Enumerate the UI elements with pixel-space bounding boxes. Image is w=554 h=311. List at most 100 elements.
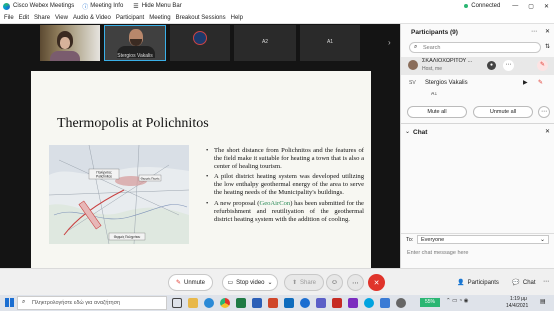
thumbnail-scroll-right-icon[interactable]: ›: [388, 38, 391, 47]
search-icon: ⌕: [22, 299, 26, 305]
unmute-all-button[interactable]: Unmute all: [473, 106, 533, 118]
panel-more-icon[interactable]: ⋯: [543, 278, 549, 285]
chat-recipient-value: Everyone: [421, 237, 445, 243]
title-bar: Cisco Webex Meetings ⓘ Meeting Info ☰ Hi…: [0, 0, 554, 12]
more-participant-actions-icon[interactable]: ⋯: [538, 106, 550, 118]
member-name: Stergios Vakalis: [425, 80, 468, 86]
participants-label: Participants: [467, 279, 499, 286]
notes-icon[interactable]: [348, 298, 358, 308]
host-role: Host, me: [422, 66, 443, 72]
chat-message-input[interactable]: Enter chat message here: [407, 250, 468, 256]
member-muted-mic-icon[interactable]: ✎: [538, 79, 543, 86]
map-town-label-latin: Polichnitos: [96, 175, 112, 179]
share-screen-icon: ⬆: [291, 280, 297, 286]
video-camera-icon: ▭: [227, 280, 234, 286]
windows-start-icon[interactable]: [5, 298, 14, 307]
tray-icons[interactable]: ⌃ ▭ ◔ ◉: [446, 298, 469, 304]
acrobat-icon[interactable]: [332, 298, 342, 308]
edge-icon[interactable]: [204, 298, 214, 308]
chat-recipient-select[interactable]: Everyone ⌄: [417, 235, 549, 244]
host-avatar-icon: [408, 60, 418, 70]
menu-breakout-sessions[interactable]: Breakout Sessions: [176, 15, 226, 21]
reactions-button[interactable]: ☺: [326, 274, 343, 291]
row-a1-label: A1: [431, 92, 438, 97]
bullet-3-start: A new proposal (: [214, 199, 260, 207]
participant-thumbnail-host[interactable]: [40, 25, 100, 61]
bullet-3: A new proposal (GeoAirCon) has been subm…: [206, 200, 364, 224]
menu-audio-video[interactable]: Audio & Video: [73, 15, 111, 21]
teams-icon[interactable]: [316, 298, 326, 308]
menu-participant[interactable]: Participant: [116, 15, 144, 21]
search-input[interactable]: Search: [423, 45, 440, 51]
host-muted-mic-icon[interactable]: ✎: [537, 60, 548, 71]
photos-icon[interactable]: [380, 298, 390, 308]
connected-indicator-icon: [464, 4, 469, 8]
skype-icon[interactable]: [364, 298, 374, 308]
chat-header: Chat: [413, 129, 428, 136]
task-view-icon[interactable]: [172, 298, 182, 308]
map-bottom-label: Θερμές Πολιχνίτου: [114, 235, 141, 239]
participant-row-host[interactable]: ΣΚΑΛΙΟΧΩΡΙΤΟΥ ... Host, me ● ⋯ ✎: [401, 57, 554, 75]
participant-thumbnail-a2[interactable]: A2: [234, 25, 296, 61]
panel-more-icon[interactable]: ⋯: [531, 28, 537, 35]
excel-icon[interactable]: [236, 298, 246, 308]
participant-search[interactable]: ⌕ Search: [409, 42, 541, 53]
battery-indicator[interactable]: 55%: [420, 298, 440, 307]
panel-close-icon[interactable]: ✕: [545, 28, 550, 35]
more-options-icon[interactable]: ⋯: [503, 60, 514, 71]
chat-close-icon[interactable]: ✕: [545, 128, 550, 135]
powerpoint-icon[interactable]: [268, 298, 278, 308]
menu-edit[interactable]: Edit: [19, 15, 29, 21]
minimize-button[interactable]: —: [512, 3, 518, 9]
participants-header: Participants (9): [411, 29, 458, 36]
menu-meeting[interactable]: Meeting: [149, 15, 170, 21]
menu-share[interactable]: Share: [34, 15, 50, 21]
menu-file[interactable]: File: [4, 15, 14, 21]
word-icon[interactable]: [252, 298, 262, 308]
participants-panel-button[interactable]: 👤 Participants: [453, 274, 503, 291]
participant-thumbnail-stergios[interactable]: Stergios Vakalis: [104, 25, 166, 61]
presenter-name-label: Stergios Vakalis: [117, 53, 153, 59]
share-button[interactable]: ⬆ Share: [284, 274, 324, 291]
participant-thumbnail-logo[interactable]: [170, 25, 230, 61]
file-explorer-icon[interactable]: [188, 298, 198, 308]
webex-logo-icon: [3, 2, 10, 10]
outlook-icon[interactable]: [284, 298, 294, 308]
participant-row-stergios[interactable]: SV Stergios Vakalis ▶ ✎: [401, 77, 554, 91]
notifications-icon[interactable]: ▤: [540, 298, 546, 305]
participant-row-a1[interactable]: A1: [401, 92, 554, 98]
menu-help[interactable]: Help: [231, 15, 243, 21]
end-meeting-button[interactable]: ✕: [368, 274, 385, 291]
stop-video-button[interactable]: ▭ Stop video ⌄: [222, 274, 278, 291]
chat-collapse-icon[interactable]: ⌄: [405, 128, 410, 135]
mute-all-button[interactable]: Mute all: [407, 106, 467, 118]
host-face: [60, 37, 70, 49]
slide-bullets: The short distance from Polichnitos and …: [206, 147, 364, 226]
maximize-button[interactable]: ▢: [528, 3, 534, 10]
shared-slide: Thermopolis at Polichnitos Πολίχνιτος Po…: [31, 71, 371, 268]
more-options-button[interactable]: ⋯: [347, 274, 364, 291]
settings-icon[interactable]: [396, 298, 406, 308]
chat-panel-button[interactable]: 💬 Chat: [508, 274, 540, 291]
map-spring-label: Θερμές Πηγές: [141, 177, 160, 181]
unmute-button[interactable]: ✎ Unmute: [168, 274, 213, 291]
participant-thumbnail-a1[interactable]: A1: [300, 25, 360, 61]
hide-menu-bar-button[interactable]: Hide Menu Bar: [142, 3, 182, 9]
host-name: ΣΚΑΛΙΟΧΩΡΙΤΟΥ ...: [422, 58, 473, 64]
chrome-icon[interactable]: [220, 298, 230, 308]
chat-to-row: To: Everyone ⌄: [401, 233, 554, 245]
clock-time: 1:19 μμ: [510, 296, 527, 302]
share-icon: ●: [487, 61, 496, 70]
sort-icon[interactable]: ⇅: [545, 43, 550, 50]
menu-view[interactable]: View: [55, 15, 68, 21]
meeting-info-link[interactable]: Meeting Info: [90, 3, 123, 9]
taskbar-search-box[interactable]: ⌕ Πληκτρολογήστε εδώ για αναζήτηση: [17, 296, 167, 310]
info-icon: ⓘ: [82, 4, 89, 11]
video-stage: Stergios Vakalis A2 A1 › Thermopolis at …: [0, 24, 400, 268]
meeting-controls-bar: ✎ Unmute ▭ Stop video ⌄ ⬆ Share ☺ ⋯ ✕ 👤 …: [0, 268, 554, 295]
close-window-button[interactable]: ✕: [544, 3, 549, 10]
unmute-label: Unmute: [184, 279, 206, 286]
webex-taskbar-icon[interactable]: [300, 298, 310, 308]
connection-status: Connected: [471, 3, 501, 9]
participant-logo-avatar: [193, 31, 207, 45]
